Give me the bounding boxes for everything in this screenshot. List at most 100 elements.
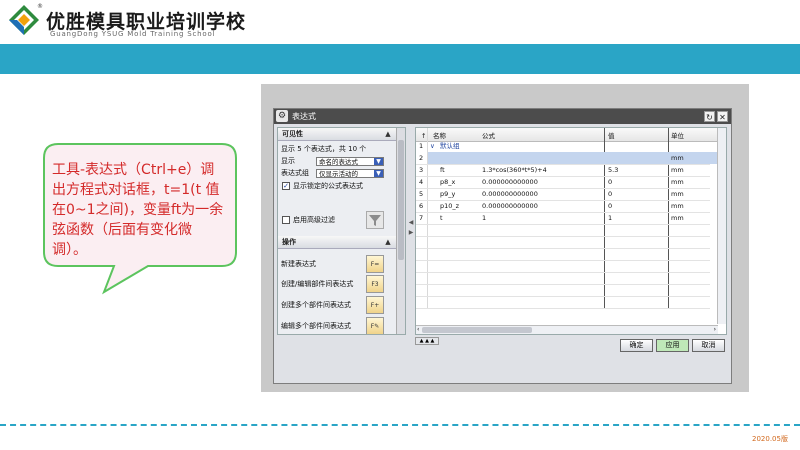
header-formula[interactable]: 公式 [482,130,495,142]
expression-count: 显示 5 个表达式，共 10 个 [281,145,367,153]
cell-formula[interactable]: 0.000000000000 [482,188,538,200]
gear-icon[interactable]: ⚙ [276,110,288,122]
action-create-multi-interpart[interactable]: 创建多个部件间表达式 [281,300,351,310]
header-unit[interactable]: 单位 [671,130,684,142]
options-scrollbar[interactable] [396,128,405,334]
show-select[interactable]: 命名的表达式 ▼ [316,157,384,166]
chevron-down-icon[interactable]: ▼ [374,158,383,165]
dialog-screenshot: ⚙ 表达式 ↻ ✕ 可见性 ▲ 显示 5 个表达式，共 10 个 显示 命名的表… [261,84,749,392]
cell-unit[interactable]: mm [671,164,684,176]
advanced-filter-checkbox[interactable] [282,216,290,224]
cell-formula[interactable]: 1.3*cos(360*t*5)+4 [482,164,547,176]
filter-button[interactable] [366,211,384,229]
cell-index: 5 [419,190,424,198]
chevron-up-icon[interactable]: ▲ [383,129,393,139]
expression-table: ↑ 名称 公式 值 单位 1 ∨ 默认组 2 mm 3 ft 1.3*cos(360*t… [415,127,727,335]
row-divider [416,260,710,261]
school-english-name: GuangDong YSUG Mold Training School [50,30,216,38]
group-select-value: 仅显示活动的 [319,170,358,178]
row-divider [416,224,710,225]
cell-value[interactable]: 5.3 [608,164,618,176]
expand-toggle[interactable]: ▲ ▲ ▲ [415,337,439,345]
table-vertical-scrollbar[interactable] [717,128,726,324]
row-divider [416,272,710,273]
action-edit-multi-interpart[interactable]: 编辑多个部件间表达式 [281,321,351,331]
edit-interpart-icon[interactable]: F3 [366,275,384,293]
expression-dialog: ⚙ 表达式 ↻ ✕ 可见性 ▲ 显示 5 个表达式，共 10 个 显示 命名的表… [273,108,732,384]
cell-index: 7 [419,214,424,222]
table-scroll-thumb[interactable] [422,327,532,333]
new-expression-icon[interactable]: F= [366,255,384,273]
row-divider [416,188,710,189]
operations-section-header[interactable]: 操作 ▲ [278,236,396,249]
header-value[interactable]: 值 [608,130,615,142]
chevron-up-icon[interactable]: ▲ [383,237,393,247]
row-divider [416,200,710,201]
show-select-value: 命名的表达式 [319,158,358,166]
cell-name[interactable]: p9_y [440,188,455,200]
chevron-down-icon[interactable]: ∨ [430,140,435,152]
cell-unit[interactable]: mm [671,200,684,212]
row-divider [416,284,710,285]
cell-value[interactable]: 1 [608,212,612,224]
options-scroll-thumb[interactable] [398,140,404,260]
cell-formula[interactable]: 1 [482,212,486,224]
row-divider [416,164,710,165]
cell-value[interactable]: 0 [608,200,612,212]
operations-section-label: 操作 [282,238,296,246]
footer-divider [0,424,800,426]
school-logo-icon [9,5,39,35]
version-label: 2020.05版 [752,435,788,443]
cell-name[interactable]: t [440,212,443,224]
close-icon[interactable]: ✕ [717,111,728,122]
show-locked-checkbox[interactable]: ✓ [282,182,290,190]
cell-name[interactable]: p10_z [440,200,459,212]
cell-index: 3 [419,166,424,174]
visibility-section-label: 可见性 [282,130,303,138]
row-divider [416,176,710,177]
multi-interpart-icon[interactable]: F+ [366,296,384,314]
options-pane: 可见性 ▲ 显示 5 个表达式，共 10 个 显示 命名的表达式 ▼ 表达式组 … [277,127,406,335]
header-band [0,44,800,74]
edit-multi-interpart-icon[interactable]: F✎ [366,317,384,334]
pane-splitter[interactable]: ◀ ▶ [408,127,414,335]
row-divider [416,236,710,237]
action-new-expression[interactable]: 新建表达式 [281,259,316,269]
row-divider [416,212,710,213]
ok-button[interactable]: 确定 [620,339,653,352]
cell-unit[interactable]: mm [671,212,684,224]
group-label: 表达式组 [281,169,309,177]
row-divider [416,308,710,309]
group-select[interactable]: 仅显示活动的 ▼ [316,169,384,178]
cell-formula[interactable]: 0.000000000000 [482,200,538,212]
cell-value[interactable]: 0 [608,188,612,200]
cell-unit[interactable]: mm [671,152,684,164]
apply-button[interactable]: 应用 [656,339,689,352]
dialog-titlebar: ⚙ 表达式 ↻ ✕ [274,109,731,124]
cell-index: 4 [419,178,424,186]
visibility-section-header[interactable]: 可见性 ▲ [278,128,396,141]
cell-name[interactable]: p8_x [440,176,455,188]
cell-unit[interactable]: mm [671,176,684,188]
chevron-right-icon[interactable]: ▶ [408,229,414,236]
chevron-left-icon[interactable]: ◀ [408,219,414,226]
cancel-button[interactable]: 取消 [692,339,725,352]
chevron-left-icon[interactable]: ‹ [417,326,419,334]
cell-value[interactable]: 0 [608,176,612,188]
row-divider [416,248,710,249]
dialog-title: 表达式 [292,112,316,121]
advanced-filter-label: 启用高级过滤 [293,216,335,224]
reset-icon[interactable]: ↻ [704,111,715,122]
chevron-down-icon[interactable]: ▼ [374,170,383,177]
cell-name[interactable]: ft [440,164,445,176]
chevron-right-icon[interactable]: › [714,326,716,334]
cell-unit[interactable]: mm [671,188,684,200]
cell-formula[interactable]: 0.000000000000 [482,176,538,188]
filter-icon [369,215,381,226]
show-locked-label: 显示锁定的公式表达式 [293,182,363,190]
table-horizontal-scrollbar[interactable]: ‹ › [416,325,718,334]
action-edit-interpart[interactable]: 创建/编辑部件间表达式 [281,279,353,289]
cell-index: 6 [419,202,424,210]
group-row-label[interactable]: 默认组 [440,140,460,152]
cell-index: 2 [419,154,424,162]
